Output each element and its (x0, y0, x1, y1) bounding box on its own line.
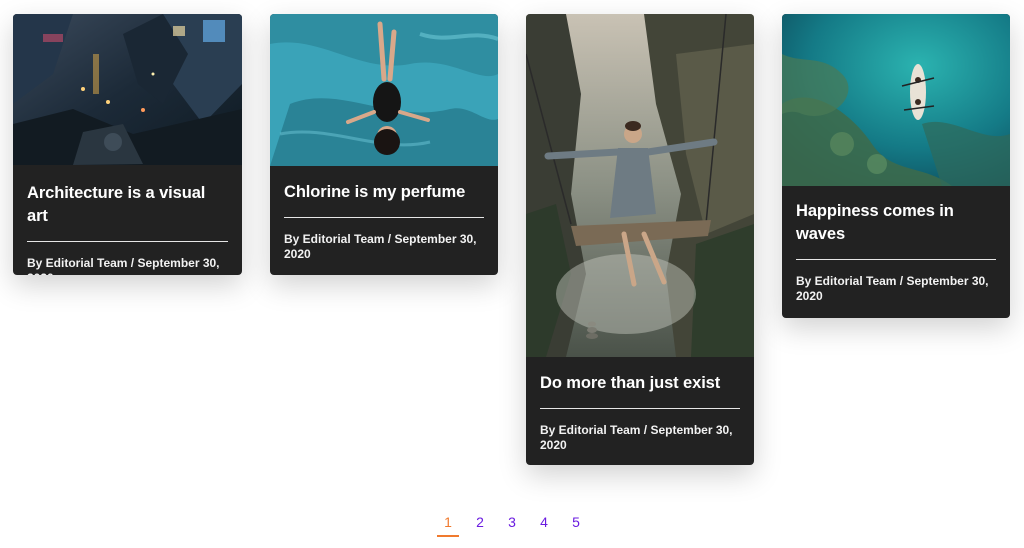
post-title[interactable]: Chlorine is my perfume (284, 181, 484, 204)
post-card-body: Happiness comes in waves By Editorial Te… (782, 186, 1010, 318)
post-card-body: Architecture is a visual art By Editoria… (13, 165, 242, 275)
divider (27, 241, 228, 242)
page-link[interactable]: 2 (464, 512, 496, 537)
page-link[interactable]: 4 (528, 512, 560, 537)
post-meta: By Editorial Team / September 30, 2020 (27, 256, 220, 275)
post-card[interactable]: Do more than just exist By Editorial Tea… (526, 14, 754, 465)
post-meta: By Editorial Team / September 30, 2020 (796, 274, 989, 303)
page-link[interactable]: 5 (560, 512, 592, 537)
post-meta: By Editorial Team / September 30, 2020 (540, 423, 733, 452)
blog-grid-page: Architecture is a visual art By Editoria… (0, 0, 1024, 548)
post-title[interactable]: Happiness comes in waves (796, 200, 996, 246)
divider (284, 217, 484, 218)
post-image-kayak[interactable] (782, 14, 1010, 186)
divider (540, 408, 740, 409)
post-meta: By Editorial Team / September 30, 2020 (284, 232, 477, 261)
post-card[interactable]: Architecture is a visual art By Editoria… (13, 14, 242, 275)
divider (796, 259, 996, 260)
page-link[interactable]: 3 (496, 512, 528, 537)
post-title[interactable]: Do more than just exist (540, 372, 740, 395)
post-title[interactable]: Architecture is a visual art (27, 182, 228, 228)
post-card[interactable]: Happiness comes in waves By Editorial Te… (782, 14, 1010, 318)
post-card[interactable]: Chlorine is my perfume By Editorial Team… (270, 14, 498, 275)
page-link-current[interactable]: 1 (432, 512, 464, 537)
pagination: 1 2 3 4 5 (0, 512, 1024, 537)
post-card-body: Do more than just exist By Editorial Tea… (526, 357, 754, 465)
post-image-pool[interactable] (270, 14, 498, 166)
post-image-city[interactable] (13, 14, 242, 165)
post-image-swing[interactable] (526, 14, 754, 357)
post-card-body: Chlorine is my perfume By Editorial Team… (270, 166, 498, 275)
